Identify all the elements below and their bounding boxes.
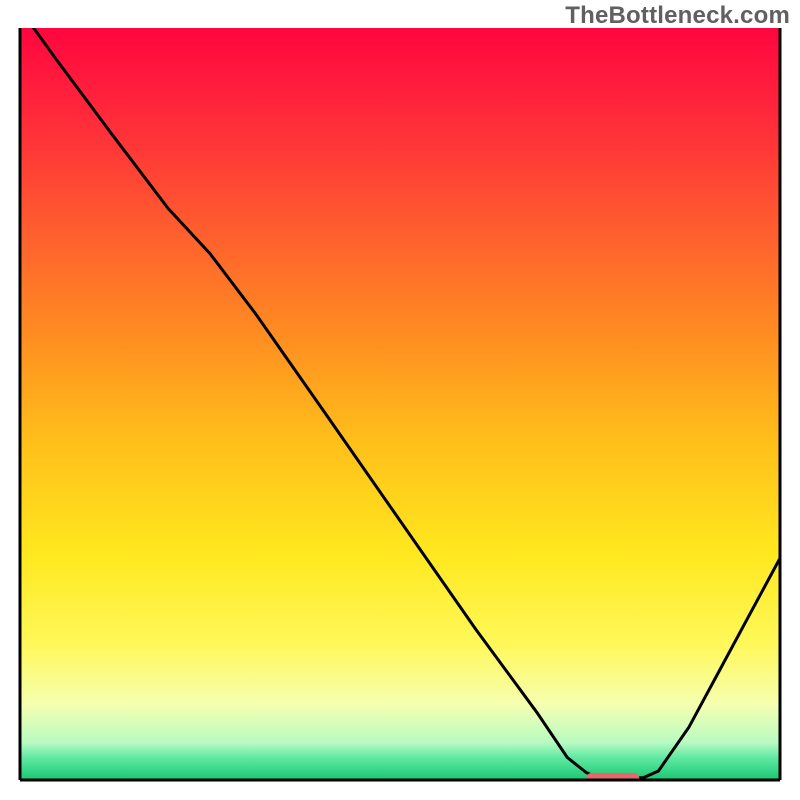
optimal-marker bbox=[586, 773, 639, 784]
chart-svg bbox=[0, 0, 800, 800]
chart-container: TheBottleneck.com bbox=[0, 0, 800, 800]
gradient-background bbox=[20, 28, 780, 780]
